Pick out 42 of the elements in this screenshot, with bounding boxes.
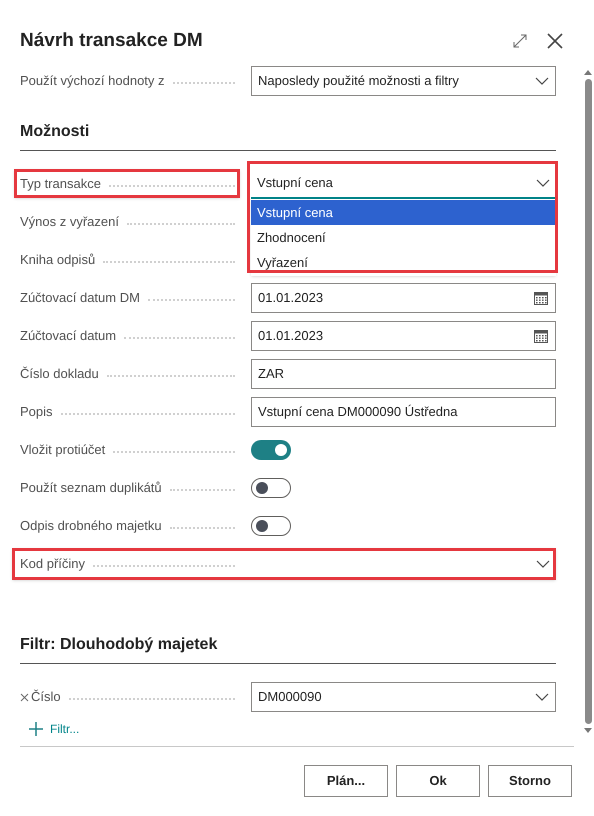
add-filter-link[interactable]: Filtr... (28, 720, 80, 738)
field-label: Použít výchozí hodnoty z (20, 72, 165, 90)
text-field[interactable]: ZAR (251, 359, 556, 389)
date-field[interactable]: 01.01.2023 (251, 321, 556, 351)
field-label: Použít seznam duplikátů (20, 479, 162, 498)
dropdown-option[interactable]: Zhodnocení (251, 225, 556, 250)
field-label: Číslo (31, 688, 61, 706)
field-label: Číslo dokladu (20, 365, 99, 384)
field-label: Kniha odpisů (20, 251, 96, 270)
calendar-icon (533, 328, 549, 344)
calendar-icon (533, 290, 549, 306)
select-field[interactable]: DM000090 (251, 682, 556, 712)
chevron-down-icon (535, 693, 549, 701)
close-icon[interactable] (546, 32, 564, 50)
field-label: Odpis drobného majetku (20, 517, 162, 536)
section-heading: Filtr: Dlouhodobý majetek (20, 636, 218, 653)
dialog-button[interactable]: Storno (488, 765, 572, 797)
field-label: Výnos z vyřazení (20, 213, 119, 232)
toggle-switch[interactable] (251, 440, 291, 460)
toggle-switch[interactable] (251, 478, 291, 498)
field-label: Popis (20, 403, 53, 422)
field-label: Vložit protiúčet (20, 441, 106, 460)
dropdown-option[interactable]: Vyřazení (251, 250, 556, 275)
dialog-title: Návrh transakce DM (20, 28, 203, 53)
section-heading: Možnosti (20, 123, 90, 140)
dropdown-option[interactable]: Vstupní cena (251, 200, 556, 225)
dialog-button[interactable]: Ok (396, 765, 480, 797)
select-field[interactable]: Naposledy použité možnosti a filtry (251, 66, 556, 96)
field-label: Typ transakce (20, 175, 101, 194)
toggle-switch[interactable] (251, 516, 291, 536)
plus-icon (28, 721, 44, 737)
date-field[interactable]: 01.01.2023 (251, 283, 556, 313)
field-label: Zúčtovací datum DM (20, 289, 140, 308)
dialog-button[interactable]: Plán... (304, 765, 388, 797)
chevron-down-icon (536, 560, 550, 568)
expand-icon[interactable] (512, 33, 528, 49)
field-label: Kod příčiny (20, 555, 86, 574)
field-label: Zúčtovací datum (20, 327, 116, 346)
remove-filter-icon[interactable] (20, 692, 29, 702)
text-field[interactable]: Vstupní cena DM000090 Ústředna (251, 397, 556, 427)
chevron-down-icon (536, 179, 550, 187)
chevron-down-icon (535, 77, 549, 85)
